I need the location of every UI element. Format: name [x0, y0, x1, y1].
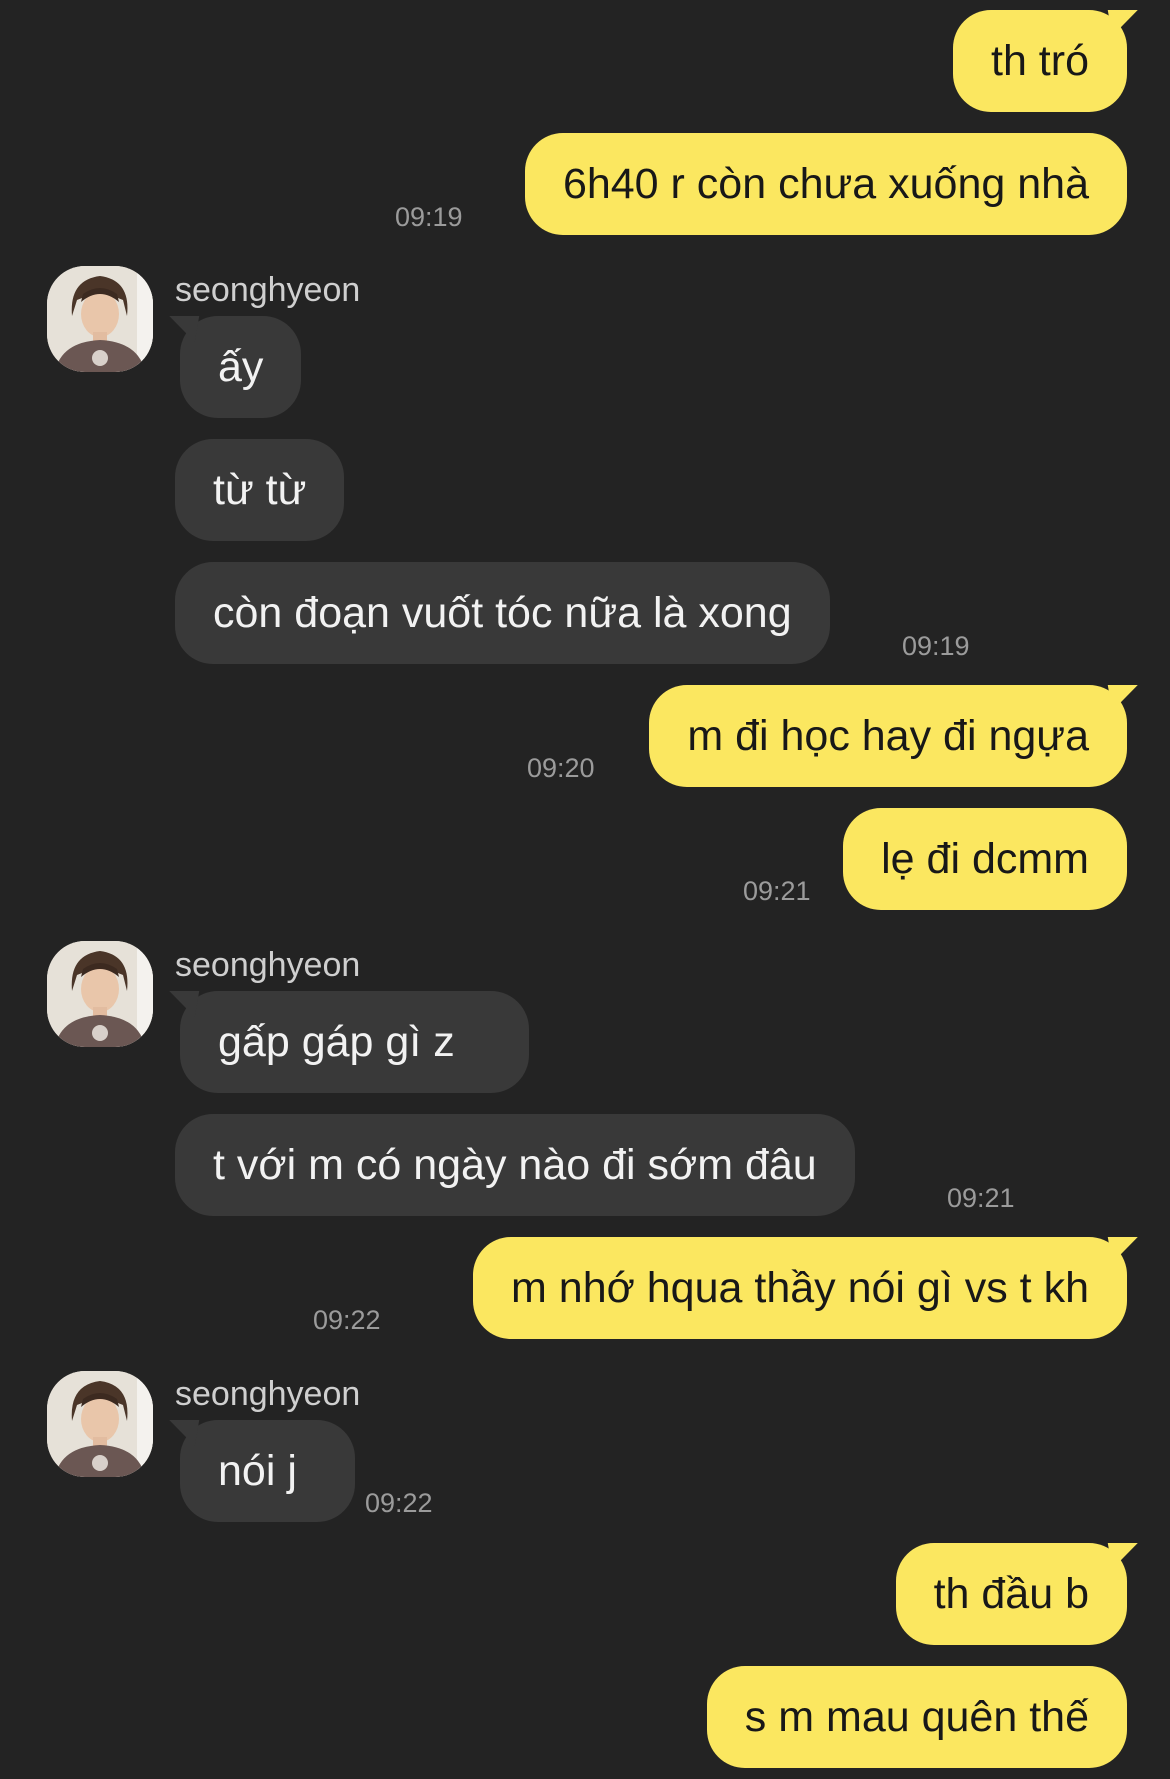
message-bubble-received[interactable]: gấp gáp gì z: [180, 991, 529, 1093]
message-time: 09:22: [365, 1488, 433, 1518]
message-bubble-received[interactable]: nói j: [180, 1420, 355, 1522]
message-time: 09:19: [902, 631, 970, 661]
message-bubble-received[interactable]: từ từ: [175, 439, 345, 541]
message-bubble-sent[interactable]: th đầu b: [895, 1543, 1127, 1645]
message-bubble-sent[interactable]: s m mau quên thế: [706, 1666, 1127, 1768]
avatar[interactable]: [47, 1371, 153, 1477]
contact-name: seonghyeon: [175, 271, 361, 309]
avatar-photo: [47, 941, 153, 1047]
contact-name: seonghyeon: [175, 946, 361, 984]
avatar[interactable]: [47, 941, 153, 1047]
message-time: 09:20: [527, 753, 595, 783]
avatar-photo: [47, 1371, 153, 1477]
message-bubble-received[interactable]: còn đoạn vuốt tóc nữa là xong: [175, 562, 830, 664]
avatar[interactable]: [47, 266, 153, 372]
message-bubble-received[interactable]: ấy: [180, 316, 302, 418]
message-time: 09:22: [313, 1305, 381, 1335]
message-bubble-sent[interactable]: m nhớ hqua thầy nói gì vs t kh: [473, 1237, 1127, 1339]
message-time: 09:19: [395, 202, 463, 232]
message-time: 09:21: [743, 876, 811, 906]
message-bubble-sent[interactable]: m đi học hay đi ngựa: [649, 685, 1127, 787]
message-bubble-received[interactable]: t với m có ngày nào đi sớm đâu: [175, 1114, 855, 1216]
contact-name: seonghyeon: [175, 1375, 361, 1413]
message-bubble-sent[interactable]: th tró: [953, 10, 1127, 112]
avatar-photo: [47, 266, 153, 372]
message-bubble-sent[interactable]: lẹ đi dcmm: [843, 808, 1127, 910]
message-time: 09:21: [947, 1183, 1015, 1213]
message-bubble-sent[interactable]: 6h40 r còn chưa xuống nhà: [524, 133, 1127, 235]
